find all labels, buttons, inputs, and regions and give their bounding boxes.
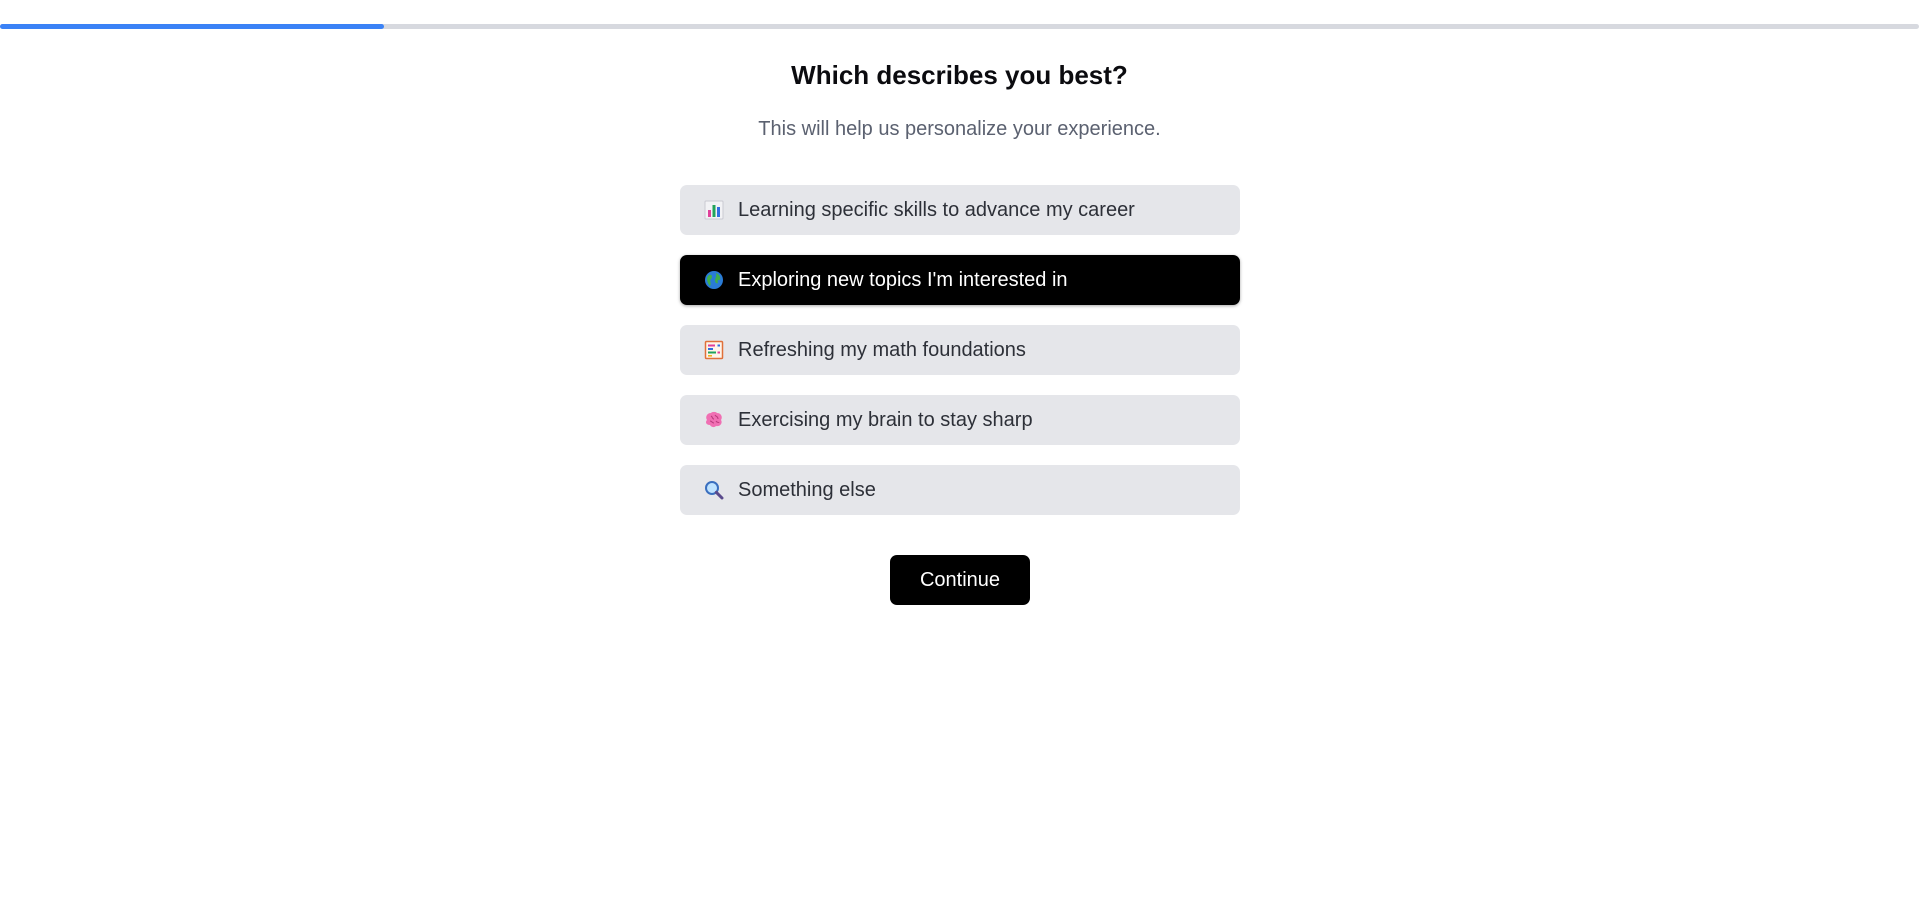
continue-button[interactable]: Continue — [890, 555, 1030, 605]
page-subtitle: This will help us personalize your exper… — [758, 118, 1161, 140]
brain-icon — [702, 408, 726, 432]
option-label: Refreshing my math foundations — [738, 338, 1026, 361]
option-explore-topics[interactable]: Exploring new topics I'm interested in — [680, 255, 1240, 305]
option-label: Exercising my brain to stay sharp — [738, 408, 1033, 431]
options-list: Learning specific skills to advance my c… — [680, 185, 1240, 535]
abacus-icon — [702, 338, 726, 362]
option-label: Learning specific skills to advance my c… — [738, 198, 1135, 221]
bar-chart-icon — [702, 198, 726, 222]
option-math-foundations[interactable]: Refreshing my math foundations — [680, 325, 1240, 375]
option-brain-exercise[interactable]: Exercising my brain to stay sharp — [680, 395, 1240, 445]
option-label: Exploring new topics I'm interested in — [738, 268, 1068, 291]
progress-bar-fill — [0, 24, 384, 29]
page-title: Which describes you best? — [791, 60, 1128, 90]
progress-bar — [0, 24, 1919, 29]
option-label: Something else — [738, 478, 876, 501]
globe-icon — [702, 268, 726, 292]
option-something-else[interactable]: Something else — [680, 465, 1240, 515]
magnifier-icon — [702, 478, 726, 502]
option-career-skills[interactable]: Learning specific skills to advance my c… — [680, 185, 1240, 235]
